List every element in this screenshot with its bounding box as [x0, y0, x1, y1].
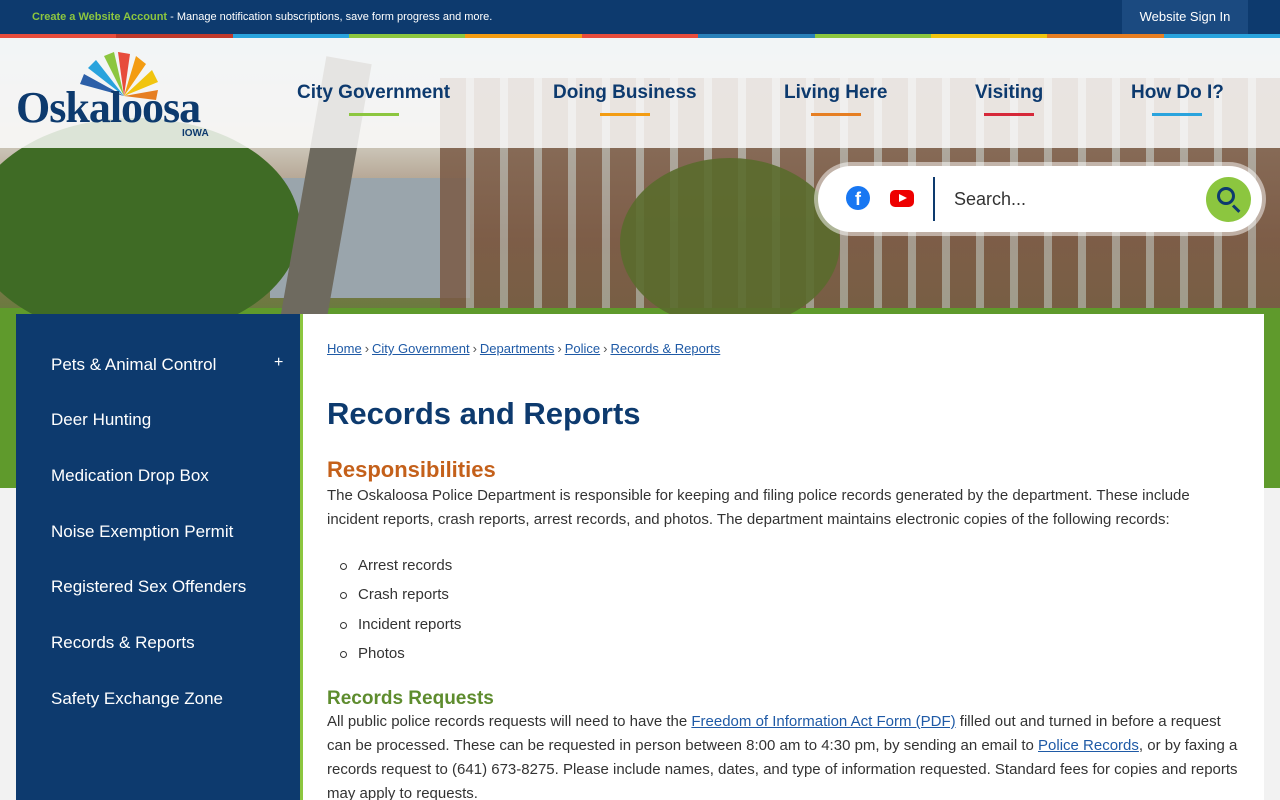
list-item: Incident reports: [339, 613, 461, 642]
breadcrumb-separator: ›: [603, 341, 608, 356]
facebook-icon[interactable]: f: [846, 186, 870, 210]
nav-how-do-i[interactable]: How Do I?: [1131, 82, 1224, 116]
breadcrumb-departments[interactable]: Departments: [480, 341, 554, 356]
account-message: Create a Website Account - Manage notifi…: [32, 11, 492, 23]
hero-tree-left: [0, 118, 300, 338]
nav-underline: [984, 113, 1035, 116]
page-title: Records and Reports: [327, 396, 641, 431]
responsibilities-text: The Oskaloosa Police Department is respo…: [327, 487, 1190, 528]
search-input[interactable]: [944, 182, 1194, 216]
expand-icon[interactable]: +: [274, 354, 283, 372]
records-list: Arrest records Crash reports Incident re…: [339, 554, 461, 671]
logo-state: IOWA: [182, 128, 209, 139]
breadcrumb-records-reports[interactable]: Records & Reports: [610, 341, 720, 356]
sidebar-item-records-reports[interactable]: Records & Reports: [51, 633, 195, 653]
site-logo[interactable]: Oskaloosa IOWA: [14, 48, 224, 140]
utility-bar: Create a Website Account - Manage notifi…: [0, 0, 1280, 34]
breadcrumb-police[interactable]: Police: [565, 341, 600, 356]
logo-wordmark: Oskaloosa: [16, 83, 201, 132]
sidebar-item-medication-drop-box[interactable]: Medication Drop Box: [51, 466, 209, 486]
records-requests-heading: Records Requests: [327, 688, 494, 709]
hero-tree-center: [620, 158, 840, 328]
breadcrumb-separator: ›: [472, 341, 477, 356]
nav-underline: [348, 113, 399, 116]
nav-underline: [810, 113, 861, 116]
youtube-icon[interactable]: [890, 190, 914, 207]
sidebar-item-deer-hunting[interactable]: Deer Hunting: [51, 410, 151, 430]
nav-label: City Government: [297, 82, 451, 103]
police-records-email-link[interactable]: Police Records: [1038, 737, 1139, 754]
create-account-description: - Manage notification subscriptions, sav…: [167, 11, 493, 23]
list-item: Crash reports: [339, 583, 461, 612]
nav-label: How Do I?: [1131, 82, 1224, 103]
breadcrumb: Home › City Government › Departments › Police ›…: [327, 341, 720, 356]
list-item: Photos: [339, 642, 461, 671]
search-bar: f: [818, 166, 1262, 232]
nav-living-here[interactable]: Living Here: [784, 82, 887, 116]
nav-label: Living Here: [784, 82, 888, 103]
create-account-link[interactable]: Create a Website Account: [32, 11, 167, 23]
nav-doing-business[interactable]: Doing Business: [553, 82, 697, 116]
responsibilities-heading: Responsibilities: [327, 457, 496, 482]
records-requests-text: All public police records requests will …: [327, 710, 1239, 800]
search-icon-handle: [1231, 204, 1241, 213]
list-item: Arrest records: [339, 554, 461, 583]
nav-label: Visiting: [975, 82, 1044, 103]
requests-text-part: All public police records requests will …: [327, 713, 692, 730]
nav-underline: [1152, 113, 1203, 116]
sidebar-item-pets-animal-control[interactable]: Pets & Animal Control: [51, 355, 216, 375]
breadcrumb-city-government[interactable]: City Government: [372, 341, 470, 356]
sidebar-item-noise-exemption-permit[interactable]: Noise Exemption Permit: [51, 522, 233, 542]
search-button[interactable]: [1206, 177, 1251, 222]
main-navigation: City Government Doing Business Living He…: [270, 38, 1250, 148]
nav-underline: [599, 113, 650, 116]
main-content: Home › City Government › Departments › Police ›…: [303, 314, 1264, 800]
website-sign-in-button[interactable]: Website Sign In: [1122, 0, 1248, 34]
sidebar-nav: Pets & Animal Control + Deer Hunting Med…: [16, 314, 300, 800]
search-icon: [1217, 187, 1235, 205]
nav-label: Doing Business: [553, 82, 697, 103]
breadcrumb-separator: ›: [364, 341, 370, 356]
breadcrumb-separator: ›: [557, 341, 562, 356]
nav-visiting[interactable]: Visiting: [975, 82, 1043, 116]
breadcrumb-home[interactable]: Home: [327, 341, 362, 356]
foia-form-link[interactable]: Freedom of Information Act Form (PDF): [691, 713, 955, 730]
sidebar-item-safety-exchange-zone[interactable]: Safety Exchange Zone: [51, 689, 223, 709]
sidebar-item-registered-sex-offenders[interactable]: Registered Sex Offenders: [51, 577, 246, 597]
nav-city-government[interactable]: City Government: [297, 82, 450, 116]
site-header: Oskaloosa IOWA City Government Doing Bus…: [0, 38, 1280, 148]
search-divider: [933, 177, 935, 221]
